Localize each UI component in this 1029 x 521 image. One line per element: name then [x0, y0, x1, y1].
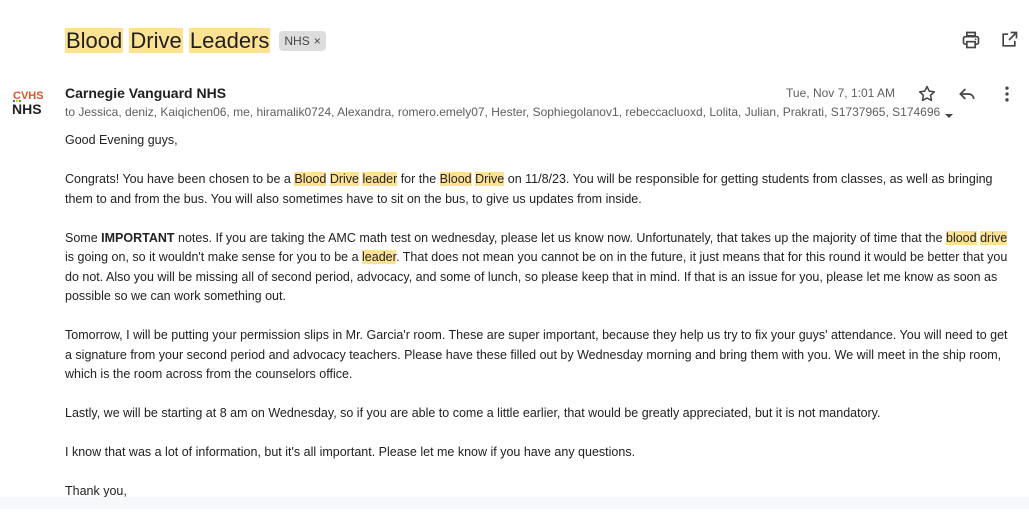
- body-paragraph-3: Tomorrow, I will be putting your permiss…: [65, 328, 1008, 381]
- label-chip-nhs[interactable]: NHS ×: [279, 31, 326, 51]
- body-paragraph-1: Congrats! You have been chosen to be a B…: [65, 172, 993, 206]
- message-body: Good Evening guys, Congrats! You have be…: [65, 131, 1015, 521]
- message-date: Tue, Nov 7, 1:01 AM: [786, 86, 895, 100]
- subject-word: Blood: [65, 28, 124, 53]
- label-chip-text: NHS: [284, 34, 310, 48]
- more-vert-icon[interactable]: [997, 84, 1017, 104]
- recipients-line: to Jessica, deniz, Kaiqichen06, me, hira…: [65, 105, 941, 119]
- open-in-new-window-icon[interactable]: [999, 30, 1019, 50]
- thread-toolbar: [961, 30, 1019, 50]
- body-paragraph-5: I know that was a lot of information, bu…: [65, 445, 636, 459]
- sender-name[interactable]: Carnegie Vanguard NHS: [65, 85, 226, 101]
- body-greeting: Good Evening guys,: [65, 133, 178, 147]
- sender-avatar[interactable]: CVHS NHS: [10, 86, 50, 120]
- show-details-icon[interactable]: [944, 107, 954, 125]
- message-actions: [917, 84, 1017, 104]
- body-paragraph-2: Some IMPORTANT notes. If you are taking …: [65, 230, 1008, 303]
- print-icon[interactable]: [961, 30, 981, 50]
- subject-row: Blood Drive Leaders NHS ×: [65, 26, 326, 56]
- reply-icon[interactable]: [957, 84, 977, 104]
- subject-word: Drive: [129, 28, 183, 53]
- email-subject: Blood Drive Leaders: [65, 28, 271, 54]
- avatar-bottom-text: NHS: [12, 101, 42, 117]
- star-icon[interactable]: [917, 84, 937, 104]
- body-paragraph-4: Lastly, we will be starting at 8 am on W…: [65, 406, 881, 420]
- message-header: Carnegie Vanguard NHS Tue, Nov 7, 1:01 A…: [65, 85, 1017, 105]
- bottom-scroll-area: [0, 497, 1029, 509]
- subject-word: Leaders: [188, 28, 271, 53]
- remove-label-icon[interactable]: ×: [314, 34, 321, 48]
